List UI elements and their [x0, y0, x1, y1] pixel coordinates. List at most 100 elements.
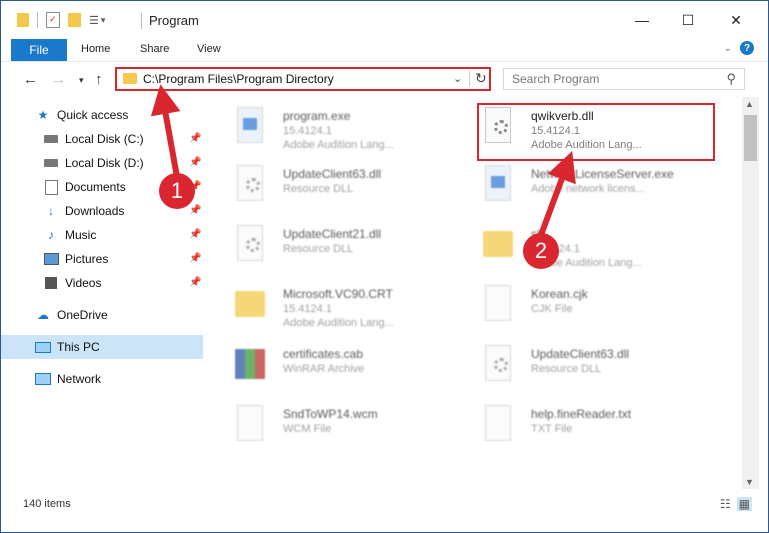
title-divider	[141, 13, 142, 29]
sidebar-item-local-disk-d[interactable]: Local Disk (D:)	[43, 151, 144, 175]
scroll-down-icon[interactable]: ▼	[745, 477, 754, 487]
folder-icon	[481, 225, 515, 265]
tab-share[interactable]: Share	[140, 43, 169, 55]
search-input[interactable]: Search Program ⚲	[503, 68, 745, 90]
file-name: UpdateClient21.dll	[283, 227, 382, 241]
list-item[interactable]: UpdateClient21.dll Resource DLL	[233, 221, 473, 275]
list-item[interactable]: NetworkLicenseServer.exe Adobe network l…	[481, 161, 721, 215]
sidebar-item-quick-access[interactable]: ★ Quick access	[35, 103, 129, 127]
pin-icon[interactable]: 📌	[189, 229, 201, 240]
item-count: 140 items	[23, 498, 71, 510]
pin-icon[interactable]: 📌	[189, 205, 201, 216]
forward-arrow-icon[interactable]: →	[51, 71, 66, 88]
sidebar-item-label: Pictures	[65, 252, 109, 266]
list-item[interactable]: certificates.cab WinRAR Archive	[233, 341, 473, 395]
properties-icon[interactable]: ✓	[46, 12, 60, 28]
list-item[interactable]: UpdateClient63.dll Resource DLL	[481, 341, 721, 395]
list-item[interactable]: UpdateClient63.dll Resource DLL	[233, 161, 473, 215]
chevron-down-icon[interactable]: ▾	[101, 15, 106, 26]
file-detail: CJK File	[531, 303, 573, 315]
tab-view[interactable]: View	[197, 43, 221, 55]
sidebar-item-label: OneDrive	[57, 308, 108, 322]
vertical-scrollbar[interactable]: ▲ ▼	[742, 97, 759, 489]
music-icon: ♪	[48, 228, 54, 242]
sidebar-item-videos[interactable]: Videos	[43, 271, 101, 295]
star-icon: ★	[37, 108, 49, 122]
folder-icon	[123, 73, 137, 84]
sidebar-item-label: Network	[57, 372, 102, 386]
file-name: NetworkLicenseServer.exe	[531, 167, 674, 181]
sidebar-item-downloads[interactable]: ↓ Downloads	[43, 199, 124, 223]
file-icon	[481, 285, 515, 325]
minimize-button[interactable]: —	[619, 1, 665, 39]
address-bar[interactable]: C:\Program Files\Program Directory ⌄ ↻	[115, 67, 491, 91]
up-arrow-icon[interactable]: ↑	[95, 71, 103, 88]
file-detail: Adobe Audition Lang...	[283, 139, 394, 151]
expand-ribbon-icon[interactable]: ⌄	[724, 43, 732, 54]
file-name: certificates.cab	[283, 347, 364, 361]
refresh-icon[interactable]: ↻	[475, 70, 487, 87]
network-icon	[35, 372, 51, 386]
list-item[interactable]: Microsoft.VC90.CRT 15.4124.1 Adobe Audit…	[233, 281, 473, 335]
details-view-icon[interactable]: ☷	[720, 497, 731, 511]
sidebar-item-network[interactable]: Network	[35, 367, 101, 391]
pin-icon[interactable]: 📌	[189, 133, 201, 144]
file-icon	[233, 405, 267, 445]
sidebar-item-pictures[interactable]: Pictures	[43, 247, 108, 271]
sidebar-item-label: Local Disk (C:)	[65, 132, 144, 146]
sidebar-item-this-pc[interactable]: This PC	[1, 335, 203, 359]
file-detail: WinRAR Archive	[283, 363, 365, 375]
sidebar-item-documents[interactable]: Documents	[43, 175, 126, 199]
file-detail: Resource DLL	[283, 183, 354, 195]
file-name: program.exe	[283, 109, 351, 123]
status-bar: 140 items ☷ ▦	[1, 493, 768, 517]
documents-icon	[43, 179, 59, 195]
file-detail: Resource DLL	[283, 243, 354, 255]
close-button[interactable]: ✕	[713, 1, 759, 39]
file-detail: Resource DLL	[531, 363, 602, 375]
help-icon[interactable]: ?	[740, 41, 754, 55]
large-icons-view-icon[interactable]: ▦	[736, 497, 752, 511]
computer-icon	[35, 340, 51, 354]
sidebar-item-local-disk-c[interactable]: Local Disk (C:)	[43, 127, 144, 151]
file-detail: TXT File	[531, 423, 573, 435]
sidebar-item-label: Documents	[65, 180, 126, 194]
pin-icon[interactable]: 📌	[189, 277, 201, 288]
sidebar-item-label: This PC	[57, 340, 100, 354]
scrollbar-thumb[interactable]	[744, 115, 757, 161]
list-item[interactable]: sl... 15.4124.1 Adobe Audition Lang...	[481, 221, 721, 275]
dll-gear-icon	[233, 165, 267, 205]
title-bar: ✓ ☰ ▾ Program — ☐ ✕	[1, 1, 768, 39]
tab-file[interactable]: File	[11, 39, 67, 61]
tab-home[interactable]: Home	[81, 43, 110, 55]
list-item[interactable]: SndToWP14.wcm WCM File	[233, 401, 473, 455]
list-item[interactable]: Korean.cjk CJK File	[481, 281, 721, 335]
sidebar-item-label: Downloads	[65, 204, 125, 218]
file-list: program.exe 15.4124.1 Adobe Audition Lan…	[207, 97, 742, 489]
customize-toolbar-icon[interactable]: ☰	[89, 14, 99, 27]
maximize-icon: ☐	[681, 11, 695, 28]
navigation-pane: ★ Quick access Local Disk (C:) 📌 Local D…	[1, 97, 207, 489]
file-name: Microsoft.VC90.CRT	[283, 287, 393, 301]
address-path: C:\Program Files\Program Directory	[143, 72, 334, 86]
pin-icon[interactable]: 📌	[189, 157, 201, 168]
chevron-down-icon[interactable]: ⌄	[453, 72, 462, 85]
cloud-icon: ☁	[37, 308, 49, 322]
recent-locations-icon[interactable]: ▾	[79, 75, 84, 86]
list-item[interactable]: program.exe 15.4124.1 Adobe Audition Lan…	[233, 103, 473, 157]
dll-gear-icon	[233, 225, 267, 265]
download-icon: ↓	[48, 204, 54, 218]
folder-icon[interactable]	[17, 13, 29, 27]
pin-icon[interactable]: 📌	[189, 253, 201, 264]
maximize-button[interactable]: ☐	[665, 1, 711, 39]
back-arrow-icon[interactable]: ←	[23, 71, 38, 88]
videos-icon	[43, 276, 59, 290]
new-folder-icon[interactable]	[68, 13, 81, 27]
ribbon: File Home Share View ⌄ ?	[1, 39, 768, 61]
address-divider	[469, 71, 470, 87]
sidebar-item-music[interactable]: ♪ Music	[43, 223, 96, 247]
scroll-up-icon[interactable]: ▲	[745, 99, 754, 109]
exe-icon	[233, 107, 267, 147]
list-item[interactable]: help.fineReader.txt TXT File	[481, 401, 721, 455]
sidebar-item-onedrive[interactable]: ☁ OneDrive	[35, 303, 108, 327]
